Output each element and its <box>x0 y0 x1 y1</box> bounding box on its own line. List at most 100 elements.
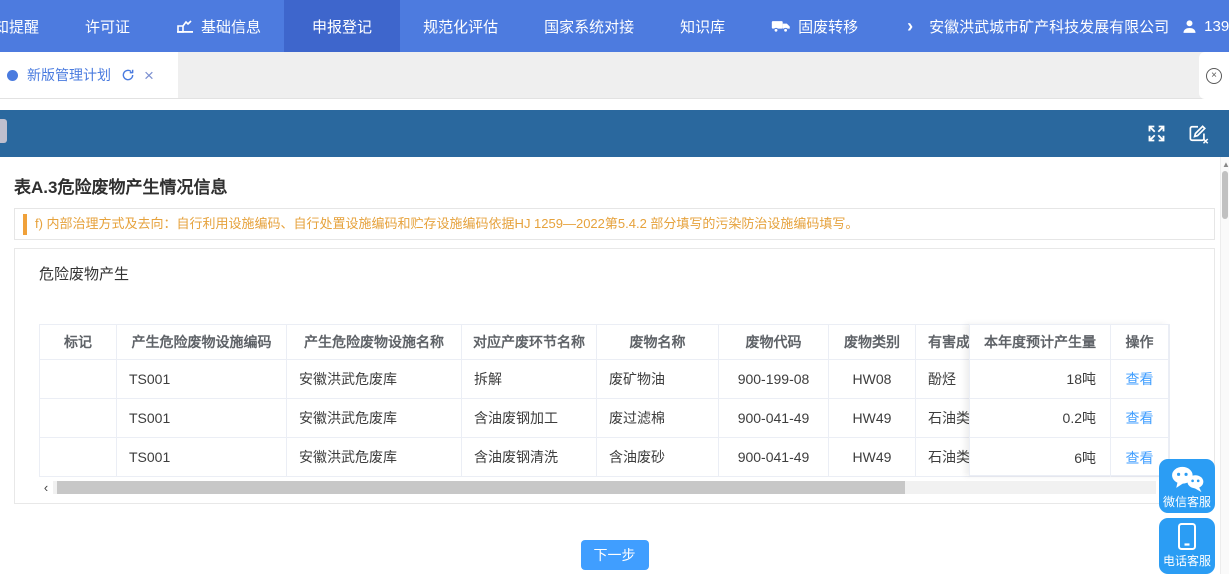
spacer <box>0 99 1229 110</box>
nav-user-area: › 安徽洪武城市矿产科技发展有限公司 13955065... <box>881 0 1229 52</box>
phone-icon <box>1159 518 1215 552</box>
cell-waste-code: 900-041-49 <box>719 399 829 438</box>
wechat-icon <box>1159 459 1215 493</box>
nav-item-label: 国家系统对接 <box>544 16 634 37</box>
cell-waste-name: 废过滤棉 <box>597 399 719 438</box>
cell-facility-code: TS001 <box>117 438 287 477</box>
cell-process-name: 含油废钢清洗 <box>462 438 597 477</box>
cell-process-name: 含油废钢加工 <box>462 399 597 438</box>
top-navbar: 知提醒 许可证 基础信息 申报登记 规范化评估 国家系统对接 知识库 <box>0 0 1229 52</box>
tab-close-icon[interactable]: × <box>144 67 154 84</box>
form-header-bar <box>0 110 1229 157</box>
truck-icon <box>771 19 791 34</box>
waste-table: 标记 产生危险废物设施编码 产生危险废物设施名称 对应产废环节名称 废物名称 废… <box>39 324 1169 477</box>
company-name: 安徽洪武城市矿产科技发展有限公司 <box>929 16 1169 37</box>
cell-waste-name: 废矿物油 <box>597 360 719 399</box>
fullscreen-icon[interactable] <box>1146 123 1167 144</box>
nav-item-label: 知识库 <box>680 16 725 37</box>
nav-item-label: 知提醒 <box>0 16 39 37</box>
fixed-header-row: 本年度预计产生量 操作 <box>970 325 1168 360</box>
scroll-up-arrow-icon[interactable]: ▲ <box>1222 160 1229 169</box>
tab-active-dot-icon <box>7 70 18 81</box>
nav-item-national-system[interactable]: 国家系统对接 <box>521 0 657 52</box>
col-header-facility-code: 产生危险废物设施编码 <box>117 325 287 360</box>
cell-waste-category: HW08 <box>829 360 916 399</box>
vertical-scrollbar[interactable]: ▲ <box>1220 157 1229 574</box>
user-phone[interactable]: 13955065... <box>1204 18 1229 35</box>
basic-info-icon <box>176 18 194 34</box>
nav-item-standard-eval[interactable]: 规范化评估 <box>400 0 521 52</box>
cell-mark <box>40 360 117 399</box>
phone-service-button[interactable]: 电话客服 <box>1159 518 1215 574</box>
nav-item-license[interactable]: 许可证 <box>62 0 153 52</box>
edit-cancel-icon[interactable] <box>1187 123 1209 144</box>
cell-facility-name: 安徽洪武危废库 <box>287 438 462 477</box>
cell-waste-code: 900-041-49 <box>719 438 829 477</box>
next-step-button[interactable]: 下一步 <box>581 540 649 570</box>
col-header-mark: 标记 <box>40 325 117 360</box>
close-all-tabs-button[interactable]: × <box>1199 52 1229 99</box>
note-accent-bar <box>23 214 27 235</box>
nav-item-label: 许可证 <box>85 16 130 37</box>
tab-bar: 新版管理计划 × × <box>0 52 1229 99</box>
cell-process-name: 拆解 <box>462 360 597 399</box>
scroll-left-arrow-icon[interactable]: ‹ <box>39 480 53 495</box>
section-title: 危险废物产生 <box>39 263 1190 284</box>
waste-generation-panel: 危险废物产生 标记 产生危险废物设施编码 产生危险废物设施名称 对应产废环节名称 <box>14 248 1215 504</box>
cell-waste-name: 含油废砂 <box>597 438 719 477</box>
nav-item-waste-transfer[interactable]: 固废转移 <box>748 0 881 52</box>
cell-waste-category: HW49 <box>829 399 916 438</box>
note-text: f) 内部治理方式及去向：自行利用设施编码、自行处置设施编码和贮存设施编码依据H… <box>35 213 858 235</box>
scrolled-element-sliver <box>0 119 7 143</box>
horizontal-scrollbar: ‹ <box>39 480 1156 495</box>
col-header-waste-code: 废物代码 <box>719 325 829 360</box>
nav-item-notice[interactable]: 知提醒 <box>0 0 62 52</box>
cell-amount: 0.2吨 <box>970 399 1111 437</box>
cell-waste-code: 900-199-08 <box>719 360 829 399</box>
cell-mark <box>40 438 117 477</box>
scrollbar-track[interactable] <box>53 481 1156 494</box>
nav-item-label: 基础信息 <box>201 16 261 37</box>
col-header-amount: 本年度预计产生量 <box>970 325 1111 359</box>
main-content: 表A.3危险废物产生情况信息 f) 内部治理方式及去向：自行利用设施编码、自行处… <box>0 173 1229 570</box>
view-link[interactable]: 查看 <box>1126 410 1154 426</box>
refresh-icon[interactable] <box>121 68 135 82</box>
view-link[interactable]: 查看 <box>1126 450 1154 466</box>
nav-item-knowledge-base[interactable]: 知识库 <box>657 0 748 52</box>
circle-x-icon: × <box>1206 68 1222 84</box>
vertical-scrollbar-thumb[interactable] <box>1222 171 1228 219</box>
app-window: 知提醒 许可证 基础信息 申报登记 规范化评估 国家系统对接 知识库 <box>0 0 1229 574</box>
col-header-action: 操作 <box>1111 332 1168 352</box>
scrollbar-thumb[interactable] <box>57 481 905 494</box>
nav-item-declaration[interactable]: 申报登记 <box>284 0 400 52</box>
note-box: f) 内部治理方式及去向：自行利用设施编码、自行处置设施编码和贮存设施编码依据H… <box>14 208 1215 240</box>
cell-mark <box>40 399 117 438</box>
tab-label: 新版管理计划 <box>27 65 111 85</box>
user-icon <box>1181 18 1198 35</box>
fixed-row: 6吨 查看 <box>970 438 1168 477</box>
col-header-waste-name: 废物名称 <box>597 325 719 360</box>
fixed-row: 18吨 查看 <box>970 360 1168 399</box>
fixed-columns: 本年度预计产生量 操作 18吨 查看 0.2吨 查看 6吨 查看 <box>969 324 1169 476</box>
cell-amount: 18吨 <box>970 360 1111 398</box>
nav-item-label: 固废转移 <box>798 16 858 37</box>
tab-management-plan[interactable]: 新版管理计划 × <box>0 52 178 98</box>
wechat-service-button[interactable]: 微信客服 <box>1159 459 1215 513</box>
cell-facility-code: TS001 <box>117 360 287 399</box>
nav-item-label: 规范化评估 <box>423 16 498 37</box>
fixed-row: 0.2吨 查看 <box>970 399 1168 438</box>
nav-item-basic-info[interactable]: 基础信息 <box>153 0 284 52</box>
wechat-service-label: 微信客服 <box>1159 493 1215 511</box>
col-header-waste-category: 废物类别 <box>829 325 916 360</box>
col-header-process-name: 对应产废环节名称 <box>462 325 597 360</box>
view-link[interactable]: 查看 <box>1126 371 1154 387</box>
cell-waste-category: HW49 <box>829 438 916 477</box>
nav-item-label: 申报登记 <box>312 16 372 37</box>
cell-amount: 6吨 <box>970 438 1111 477</box>
chevron-right-icon[interactable]: › <box>907 16 913 37</box>
nav-menu: 知提醒 许可证 基础信息 申报登记 规范化评估 国家系统对接 知识库 <box>0 0 881 52</box>
phone-service-label: 电话客服 <box>1159 552 1215 570</box>
page-title: 表A.3危险废物产生情况信息 <box>14 173 1215 198</box>
cell-facility-code: TS001 <box>117 399 287 438</box>
col-header-facility-name: 产生危险废物设施名称 <box>287 325 462 360</box>
